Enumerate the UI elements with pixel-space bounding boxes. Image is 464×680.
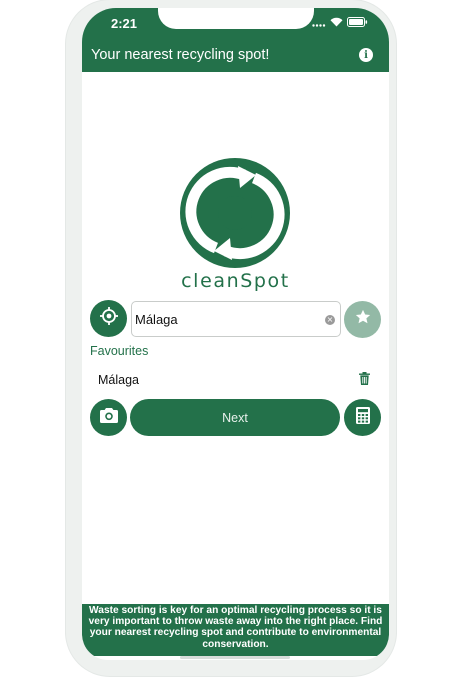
favourites-heading: Favourites [90,344,149,358]
star-icon [354,308,372,331]
wifi-icon [330,14,343,32]
favourite-item[interactable]: Málaga [82,366,389,392]
calculator-button[interactable] [344,399,381,436]
favourite-button[interactable] [344,301,381,338]
favourite-item-label: Málaga [98,373,139,387]
status-time: 2:21 [111,16,138,31]
search-input[interactable] [135,302,320,336]
page-title: Your nearest recycling spot! [91,47,270,63]
status-icons [312,17,368,29]
app-screen: 2:21 Your nearest recycling spot! i clea… [82,8,389,660]
clear-icon[interactable]: × [325,315,335,325]
camera-button[interactable] [90,399,127,436]
search-field[interactable]: × [131,301,341,337]
recycle-logo-icon [180,158,290,268]
signal-icon [312,14,326,32]
app-header: 2:21 Your nearest recycling spot! i [82,8,389,72]
brand-name: cleanSpot [181,270,290,292]
crosshair-icon [99,306,119,331]
info-icon[interactable]: i [359,48,373,62]
calculator-icon [355,406,370,429]
trash-icon[interactable] [359,372,370,385]
locate-button[interactable] [90,300,127,337]
next-button[interactable]: Next [130,399,340,436]
battery-icon [347,14,368,32]
home-indicator [180,656,290,659]
camera-icon [99,407,118,428]
device-notch [158,8,314,29]
footer-message: Waste sorting is key for an optimal recy… [82,604,389,656]
